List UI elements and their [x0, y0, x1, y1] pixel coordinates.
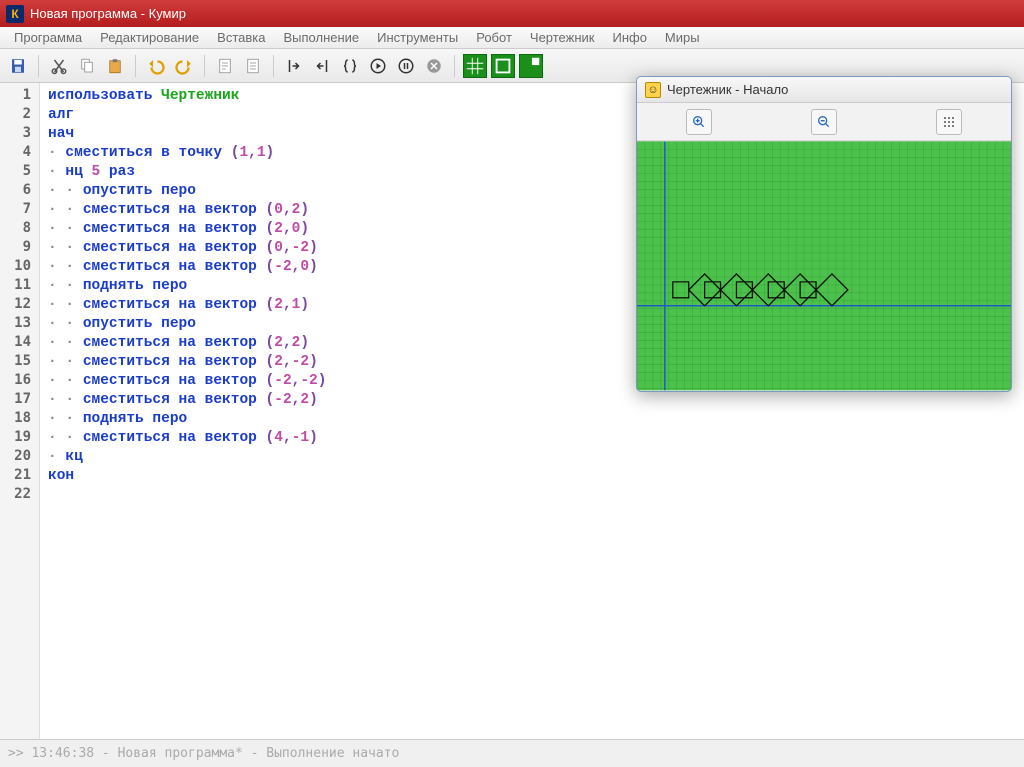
status-text: >> 13:46:38 - Новая программа* - Выполне… [8, 746, 399, 761]
cut-icon[interactable] [47, 54, 71, 78]
menu-инфо[interactable]: Инфо [604, 28, 654, 47]
fill-green-icon[interactable] [519, 54, 543, 78]
zoom-out-icon[interactable] [811, 109, 837, 135]
menu-редактирование[interactable]: Редактирование [92, 28, 207, 47]
pause-icon[interactable] [394, 54, 418, 78]
save-icon[interactable] [6, 54, 30, 78]
step-out-icon[interactable] [310, 54, 334, 78]
step-in-icon[interactable] [282, 54, 306, 78]
menu-инструменты[interactable]: Инструменты [369, 28, 466, 47]
doc1-icon[interactable] [213, 54, 237, 78]
run-icon[interactable] [366, 54, 390, 78]
border-green-icon[interactable] [491, 54, 515, 78]
menu-робот[interactable]: Робот [468, 28, 520, 47]
app-icon: К [6, 5, 24, 23]
grid-green-icon[interactable] [463, 54, 487, 78]
drawer-window[interactable]: ☺ Чертежник - Начало [636, 76, 1012, 392]
copy-icon[interactable] [75, 54, 99, 78]
drawer-icon: ☺ [645, 82, 661, 98]
line-numbers: 12345678910111213141516171819202122 [0, 83, 40, 739]
drawer-canvas[interactable] [637, 141, 1011, 391]
grid-toggle-icon[interactable] [936, 109, 962, 135]
menu-программа[interactable]: Программа [6, 28, 90, 47]
drawer-titlebar[interactable]: ☺ Чертежник - Начало [637, 77, 1011, 103]
drawer-title-text: Чертежник - Начало [667, 82, 788, 97]
menubar: ПрограммаРедактированиеВставкаВыполнение… [0, 27, 1024, 49]
menu-вставка[interactable]: Вставка [209, 28, 273, 47]
window-title: Новая программа - Кумир [30, 6, 186, 21]
undo-icon[interactable] [144, 54, 168, 78]
titlebar: К Новая программа - Кумир [0, 0, 1024, 27]
redo-icon[interactable] [172, 54, 196, 78]
paste-icon[interactable] [103, 54, 127, 78]
menu-миры[interactable]: Миры [657, 28, 708, 47]
doc2-icon[interactable] [241, 54, 265, 78]
zoom-in-icon[interactable] [686, 109, 712, 135]
braces-icon[interactable] [338, 54, 362, 78]
drawer-toolbar [637, 103, 1011, 141]
stop-icon[interactable] [422, 54, 446, 78]
menu-чертежник[interactable]: Чертежник [522, 28, 603, 47]
statusbar: >> 13:46:38 - Новая программа* - Выполне… [0, 739, 1024, 767]
menu-выполнение[interactable]: Выполнение [275, 28, 367, 47]
